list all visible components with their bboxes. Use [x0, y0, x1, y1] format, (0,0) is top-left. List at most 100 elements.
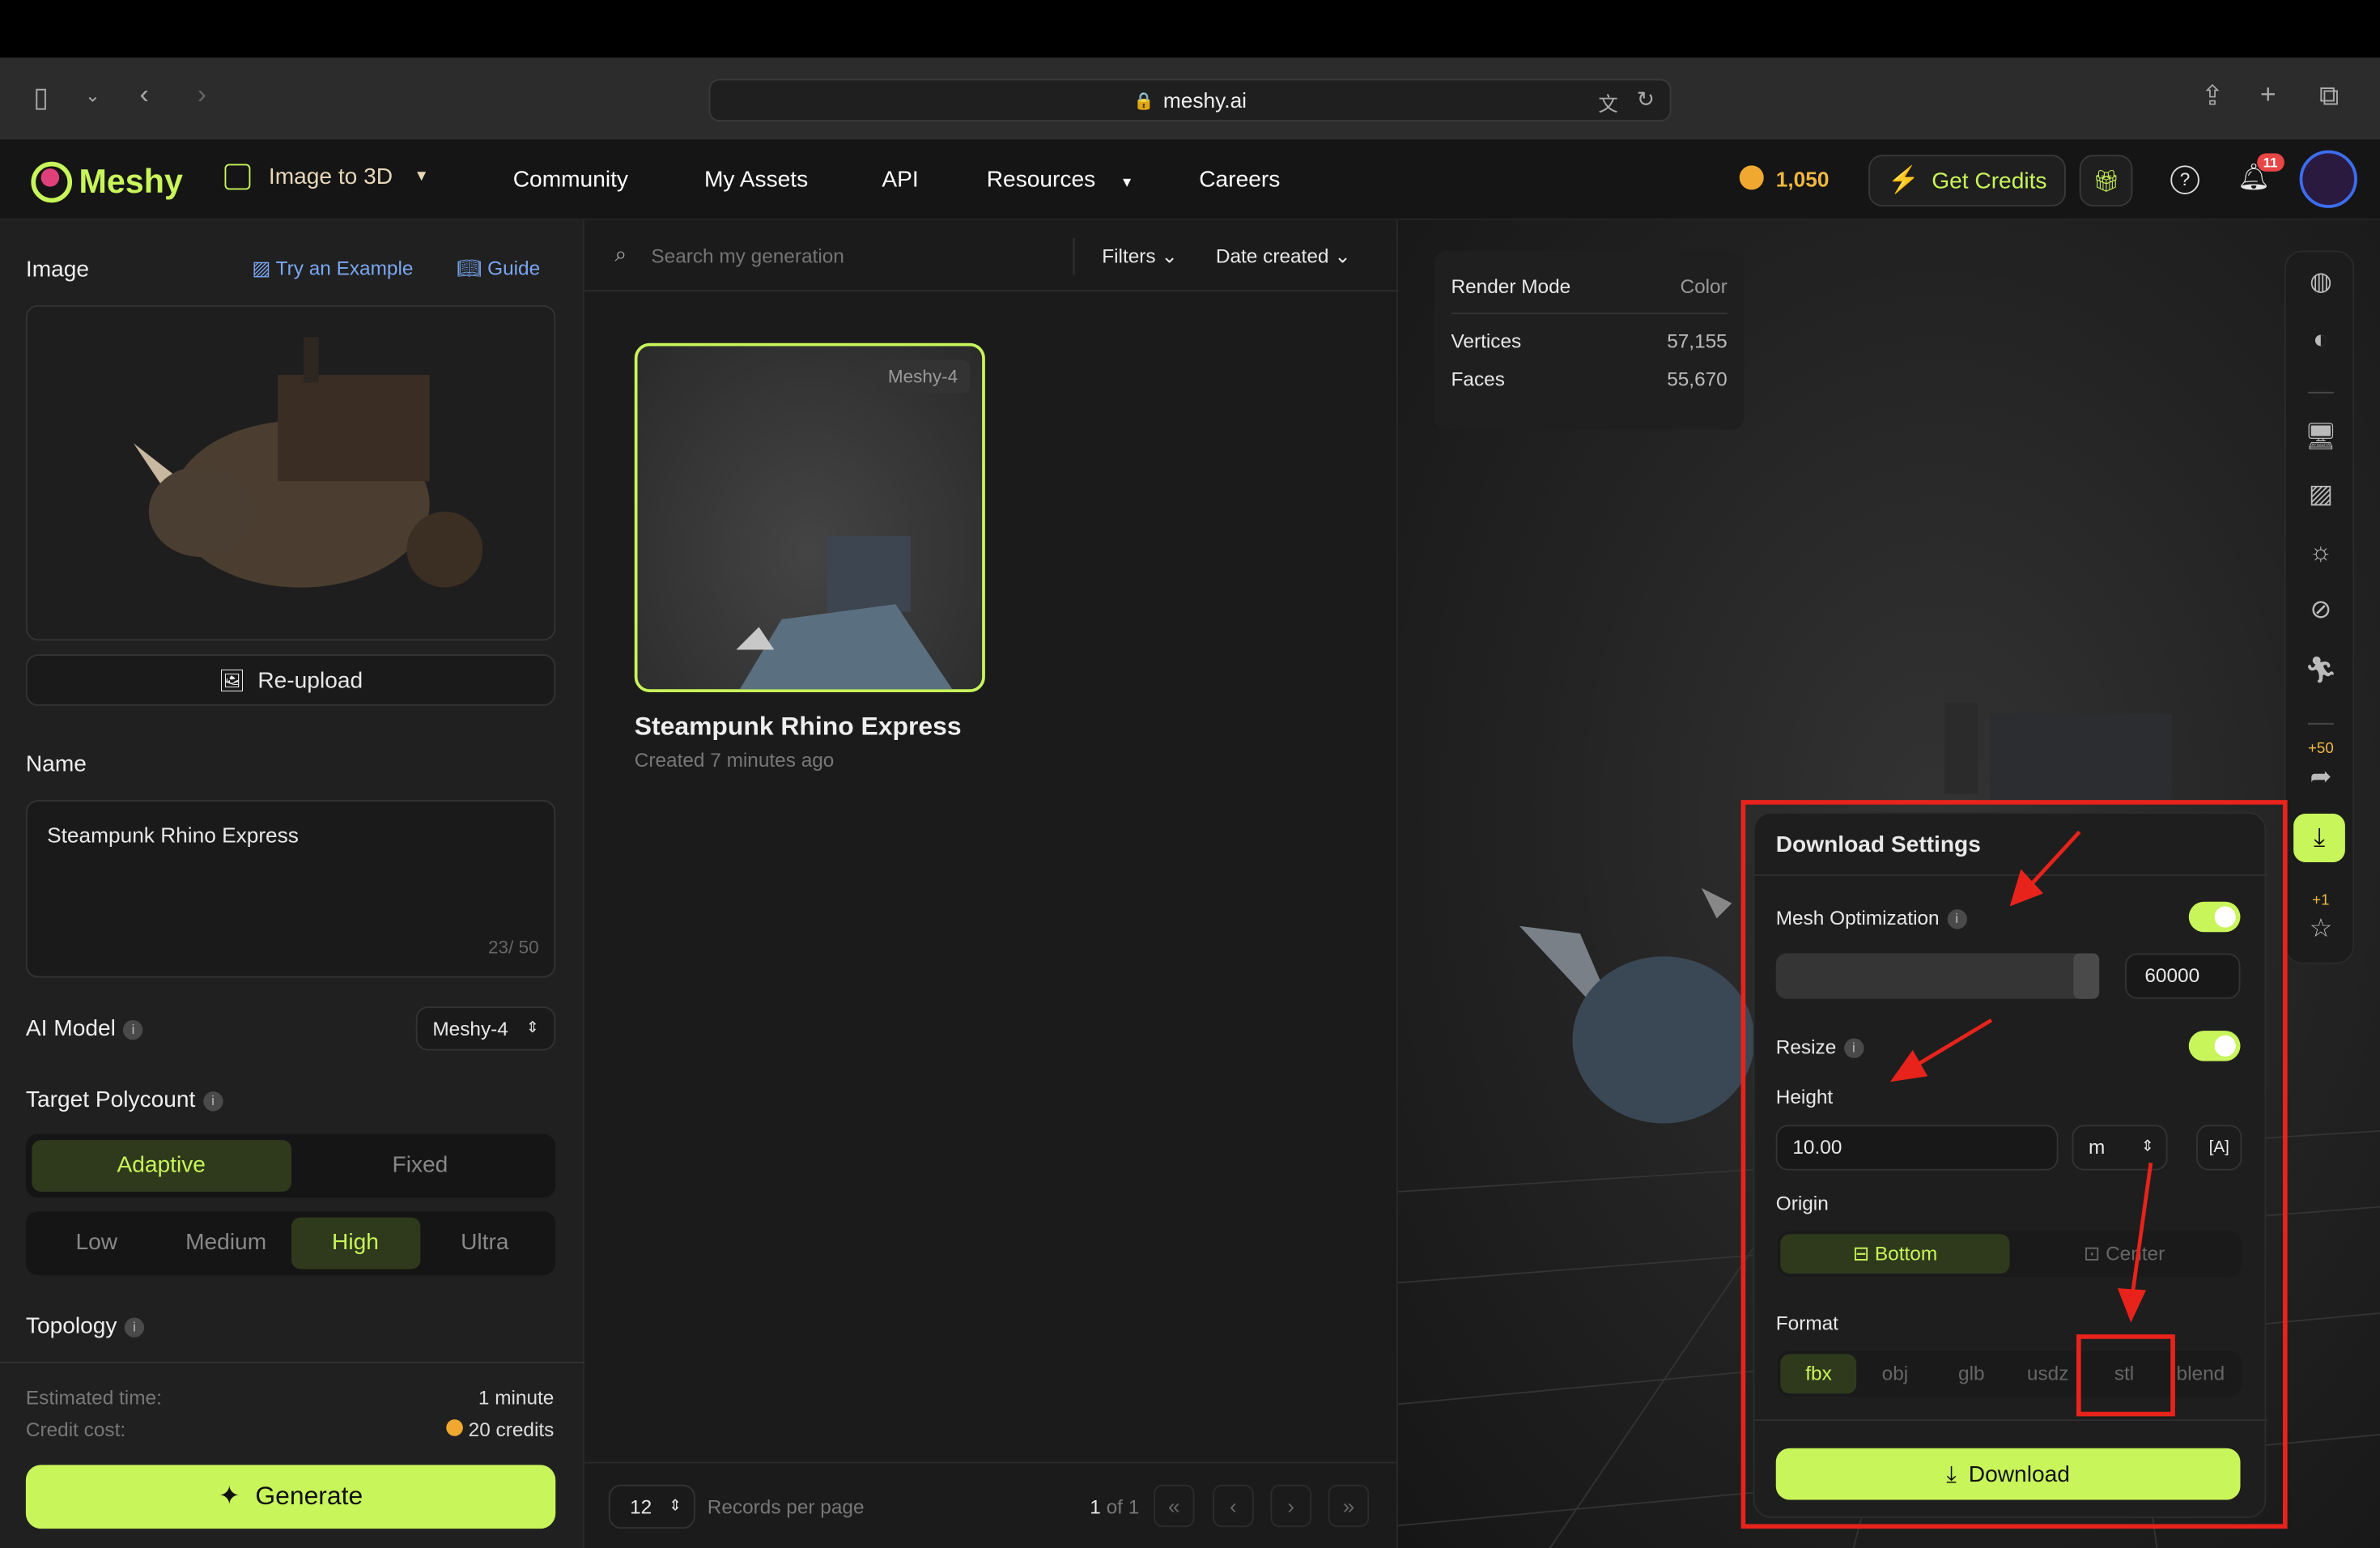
mode-dropdown[interactable]: Image to 3D ▼ — [224, 164, 429, 190]
help-icon[interactable]: ? — [2170, 165, 2199, 194]
new-tab-icon[interactable]: + — [2260, 79, 2276, 111]
try-example-link[interactable]: ▨ Try an Example — [252, 257, 413, 281]
topology-text: Topology — [25, 1312, 117, 1339]
prev-page-button[interactable]: ‹ — [1213, 1484, 1254, 1528]
updown-icon: ⇕ — [525, 1020, 539, 1037]
generate-label: Generate — [255, 1482, 363, 1511]
info-icon[interactable]: i — [124, 1316, 145, 1337]
download-icon[interactable]: ⤓ — [2293, 814, 2345, 862]
share-icon[interactable]: ➦ — [2286, 762, 2356, 793]
ai-model-select[interactable]: Meshy-4 ⇕ — [415, 1006, 556, 1051]
faces-value: 55,670 — [1667, 367, 1728, 390]
divider: — — [2307, 707, 2334, 737]
translate-icon[interactable]: 文 — [1598, 88, 1617, 117]
per-page-label: Records per page — [707, 1495, 865, 1518]
first-page-button[interactable]: « — [1154, 1484, 1195, 1528]
last-page-button[interactable]: » — [1328, 1484, 1370, 1528]
image-label: Image — [25, 256, 90, 283]
texture-icon[interactable]: ▨ — [2286, 480, 2356, 511]
updown-icon: ⇕ — [669, 1498, 682, 1516]
reupload-label: Re-upload — [257, 667, 363, 693]
faces-label: Faces — [1451, 367, 1505, 390]
divider — [1073, 238, 1075, 275]
book-icon: 📖︎ — [457, 256, 488, 279]
url-text: meshy.ai — [1162, 87, 1247, 113]
get-credits-button[interactable]: ⚡ Get Credits — [1868, 155, 2066, 206]
render-mode-value[interactable]: Color — [1680, 274, 1727, 297]
chevron-down-icon[interactable]: ⌄ — [85, 85, 100, 106]
ai-model-text: AI Model — [25, 1015, 116, 1042]
card-subtitle: Created 7 minutes ago — [634, 748, 835, 772]
generations-list: ⌕ Filters ⌄ Date created ⌄ Meshy-4 Steam… — [584, 219, 1398, 1548]
image-upload-icon: 🖼︎ — [219, 667, 246, 692]
vertices-label: Vertices — [1451, 329, 1522, 352]
input-image-preview[interactable] — [25, 304, 556, 641]
filters-label: Filters — [1102, 244, 1156, 267]
name-field[interactable]: Steampunk Rhino Express 23/ 50 — [25, 800, 556, 978]
nav-careers[interactable]: Careers — [1199, 167, 1280, 193]
nav-api[interactable]: API — [882, 167, 918, 193]
page-total: of 1 — [1106, 1495, 1140, 1518]
chevron-down-icon: ⌄ — [1334, 244, 1351, 267]
divider: — — [2307, 376, 2334, 406]
level-medium[interactable]: Medium — [161, 1218, 291, 1269]
search-input[interactable] — [651, 238, 1061, 272]
mode-label: Image to 3D — [268, 164, 393, 190]
info-icon[interactable]: i — [202, 1091, 223, 1111]
nav-my-assets[interactable]: My Assets — [704, 167, 808, 193]
nav-community[interactable]: Community — [513, 167, 628, 193]
name-char-count: 23/ 50 — [488, 936, 539, 959]
monitor-icon[interactable]: 🖥︎ — [2286, 422, 2356, 453]
level-high[interactable]: High — [291, 1217, 420, 1269]
card-title[interactable]: Steampunk Rhino Express — [635, 712, 962, 742]
info-icon[interactable]: i — [123, 1019, 143, 1040]
sphere-icon[interactable]: ◐ — [2286, 325, 2356, 355]
wireframe-sphere-icon[interactable]: ◍ — [2286, 267, 2356, 298]
tabs-overview-icon[interactable]: ⧉ — [2319, 80, 2339, 112]
feedback-icon[interactable]: ☆ — [2286, 914, 2356, 945]
polycount-fixed[interactable]: Fixed — [291, 1140, 550, 1192]
viewer-toolbar: ◍ ◐ — 🖥︎ ▨ ☼ ⊘ 🏃︎ — +50 ➦ ⤓ +1 ☆ — [2284, 250, 2356, 964]
polycount-adaptive[interactable]: Adaptive — [32, 1140, 291, 1192]
name-value: Steampunk Rhino Express — [47, 823, 299, 848]
back-icon[interactable]: ‹ — [140, 79, 149, 111]
credit-balance: 1,050 — [1775, 167, 1830, 192]
annotation-highlight-box — [1740, 800, 2288, 1529]
rhino-image — [134, 337, 483, 588]
share-bonus: +50 — [2307, 741, 2334, 758]
search-icon: ⌕ — [614, 241, 627, 266]
guide-link[interactable]: 📖︎ Guide — [457, 257, 540, 281]
logo[interactable]: Meshy — [31, 159, 183, 205]
gift-icon: 🎁︎ — [2092, 168, 2120, 194]
nav-resources[interactable]: Resources — [987, 167, 1095, 193]
avatar[interactable] — [2299, 150, 2357, 208]
generate-button[interactable]: ✦ Generate — [25, 1465, 556, 1529]
image-icon — [224, 164, 251, 190]
per-page-value: 12 — [630, 1495, 652, 1518]
url-bar[interactable]: 🔒 meshy.ai 文 ↻ — [708, 79, 1672, 121]
page-current: 1 — [1090, 1495, 1101, 1518]
coin-icon — [1739, 165, 1764, 190]
feedback-bonus: +1 — [2312, 892, 2330, 910]
sidebar-toggle-icon[interactable]: ▯ — [33, 82, 49, 113]
light-icon[interactable]: ☼ — [2286, 538, 2356, 568]
screen-top-bar — [0, 0, 2380, 58]
generation-card[interactable]: Meshy-4 — [634, 342, 985, 692]
level-low[interactable]: Low — [32, 1218, 161, 1269]
credit-cost-label: Credit cost: — [25, 1418, 126, 1441]
filters-dropdown[interactable]: Filters ⌄ — [1102, 245, 1178, 269]
reupload-button[interactable]: 🖼︎ Re-upload — [25, 654, 556, 706]
annotation-stl-box — [2076, 1334, 2175, 1417]
gift-button[interactable]: 🎁︎ — [2079, 155, 2133, 206]
next-page-button[interactable]: › — [1270, 1484, 1311, 1528]
animate-icon[interactable]: 🏃︎ — [2286, 656, 2356, 687]
reload-icon[interactable]: ↻ — [1637, 87, 1655, 113]
forward-icon[interactable]: › — [198, 79, 206, 111]
level-ultra[interactable]: Ultra — [420, 1218, 550, 1269]
sort-label: Date created — [1215, 244, 1329, 267]
remesh-icon[interactable]: ⊘ — [2286, 595, 2356, 626]
sort-dropdown[interactable]: Date created ⌄ — [1216, 245, 1351, 269]
per-page-select[interactable]: 12 ⇕ — [608, 1484, 695, 1529]
share-icon[interactable]: ⇪ — [2201, 80, 2224, 112]
coin-icon — [445, 1419, 463, 1436]
